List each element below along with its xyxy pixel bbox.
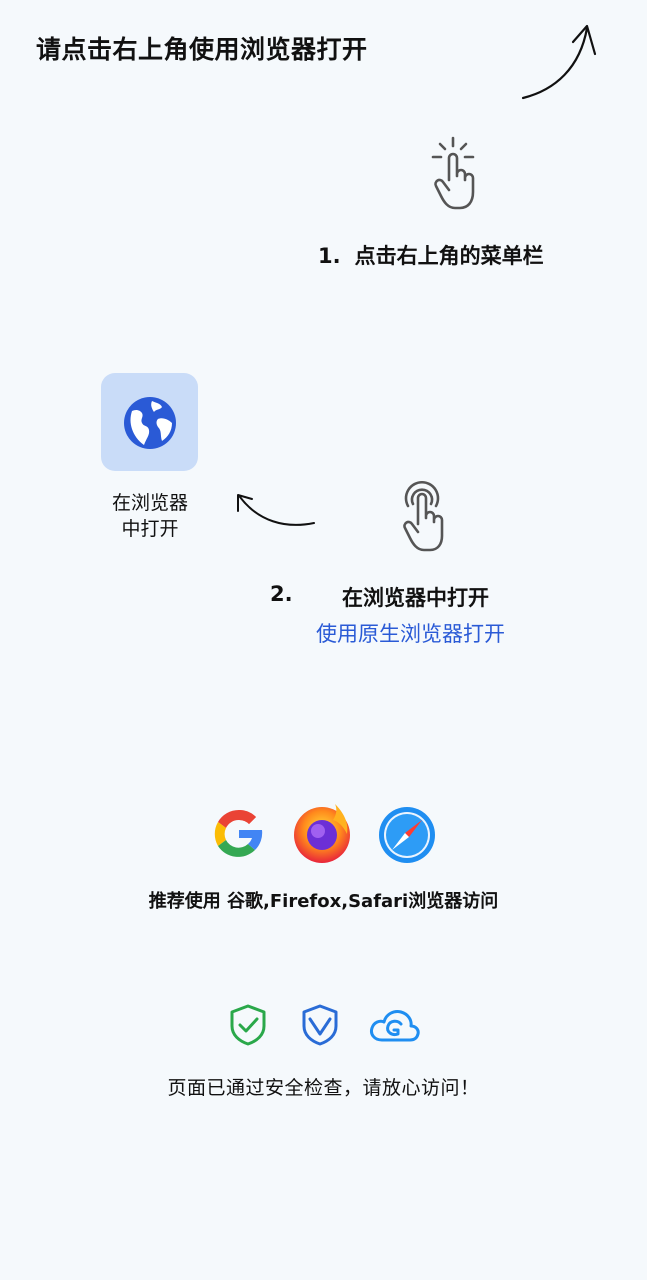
open-in-browser-label-line1: 在浏览器	[111, 492, 188, 514]
page-title: 请点击右上角使用浏览器打开	[36, 35, 368, 64]
arrow-up-right-icon	[521, 24, 597, 100]
press-hand-icon	[403, 480, 444, 552]
shield-v-icon	[302, 1004, 338, 1046]
globe-icon	[124, 397, 176, 449]
step2-number: 2.	[270, 582, 293, 606]
step1-text: 1. 点击右上角的菜单栏	[318, 240, 544, 270]
step2-title: 在浏览器中打开	[342, 586, 489, 610]
google-icon	[214, 809, 263, 857]
open-in-browser-tile	[101, 373, 198, 471]
browser-recommendation: 推荐使用 谷歌,Firefox,Safari浏览器访问	[148, 891, 499, 912]
step2-subtitle: 使用原生浏览器打开	[316, 622, 505, 646]
shield-check-icon	[230, 1004, 266, 1046]
step1-label: 点击右上角的菜单栏	[354, 244, 544, 268]
open-in-browser-label: 在浏览器 中打开	[90, 490, 210, 542]
open-in-browser-label-line2: 中打开	[121, 518, 179, 540]
tap-hand-icon	[431, 136, 475, 210]
safari-icon	[379, 807, 435, 863]
step1-number: 1.	[318, 244, 341, 268]
firefox-icon	[294, 804, 350, 863]
cloud-security-icon	[370, 1010, 420, 1042]
security-check-text: 页面已通过安全检查，请放心访问！	[167, 1077, 480, 1099]
arrow-left-curved-icon	[237, 494, 315, 526]
